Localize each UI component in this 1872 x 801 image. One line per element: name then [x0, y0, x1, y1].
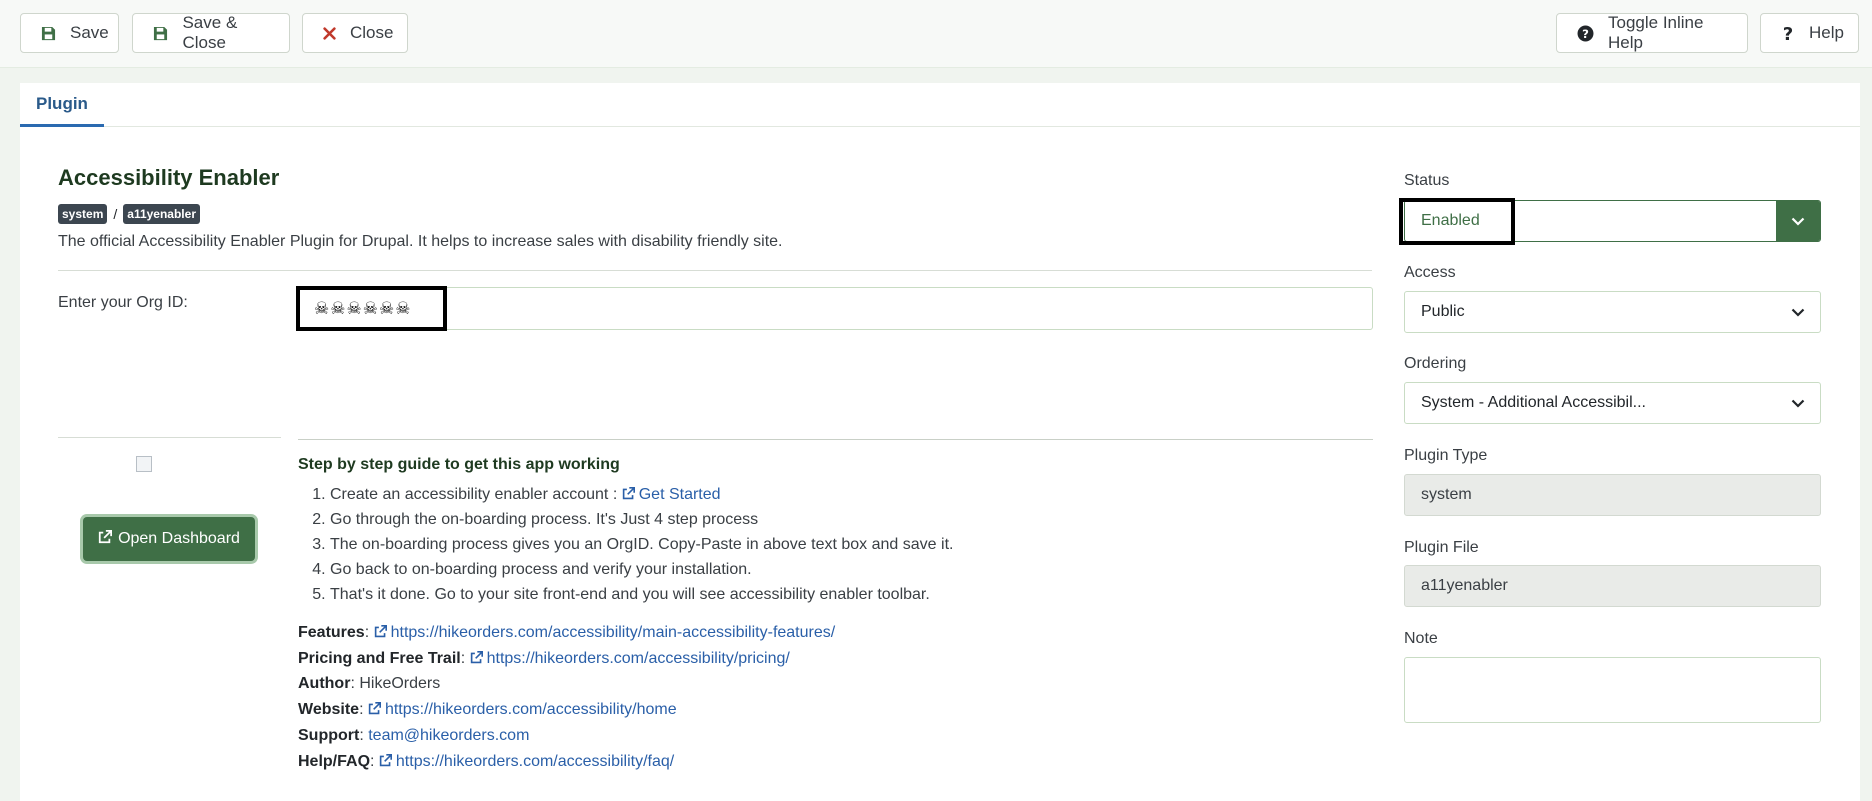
website-link[interactable]: https://hikeorders.com/accessibility/hom… — [368, 701, 677, 718]
features-link[interactable]: https://hikeorders.com/accessibility/mai… — [374, 624, 836, 641]
ordering-label: Ordering — [1404, 355, 1467, 372]
tab-bar: Plugin — [20, 83, 1860, 127]
external-link-icon — [622, 487, 635, 500]
help-button[interactable]: ? Help — [1760, 13, 1859, 53]
save-icon — [153, 24, 168, 42]
features-label: Features — [298, 624, 365, 641]
access-select[interactable]: Public — [1404, 291, 1821, 333]
question-icon: ? — [1781, 24, 1795, 42]
support-row: Support: team@hikeorders.com — [298, 726, 530, 744]
broken-image-icon — [136, 456, 152, 472]
faq-row: Help/FAQ: https://hikeorders.com/accessi… — [298, 752, 675, 770]
save-close-button[interactable]: Save & Close — [132, 13, 290, 53]
divider — [58, 270, 1372, 271]
plugin-info-links: Features: https://hikeorders.com/accessi… — [298, 620, 1368, 774]
access-label: Access — [1404, 264, 1456, 281]
breadcrumb-separator: / — [113, 206, 118, 222]
faq-label: Help/FAQ — [298, 752, 371, 770]
guide-heading: Step by step guide to get this app worki… — [298, 456, 620, 473]
divider — [298, 439, 1373, 440]
help-label: Help — [1809, 23, 1844, 42]
tab-plugin[interactable]: Plugin — [20, 83, 104, 127]
support-email-link[interactable]: team@hikeorders.com — [368, 727, 529, 744]
access-value: Public — [1421, 303, 1465, 320]
features-url: https://hikeorders.com/accessibility/mai… — [390, 624, 836, 641]
toggle-inline-help-button[interactable]: ? Toggle Inline Help — [1556, 13, 1748, 53]
guide-step: The on-boarding process gives you an Org… — [330, 532, 1368, 557]
step-text: Create an accessibility enabler account … — [330, 486, 622, 503]
external-link-icon — [379, 753, 392, 766]
get-started-text: Get Started — [638, 486, 721, 503]
status-label: Status — [1404, 172, 1450, 189]
toggle-help-label: Toggle Inline Help — [1608, 13, 1704, 52]
ordering-value: System - Additional Accessibil... — [1421, 394, 1646, 411]
svg-text:?: ? — [1783, 25, 1793, 42]
faq-link[interactable]: https://hikeorders.com/accessibility/faq… — [379, 753, 674, 770]
question-circle-icon: ? — [1577, 24, 1594, 42]
open-dashboard-button[interactable]: Open Dashboard — [83, 517, 255, 561]
ordering-select[interactable]: System - Additional Accessibil... — [1404, 382, 1821, 424]
features-row: Features: https://hikeorders.com/accessi… — [298, 624, 836, 641]
chevron-down-icon — [1776, 201, 1820, 241]
org-id-label: Enter your Org ID: — [58, 294, 188, 311]
close-label: Close — [350, 23, 394, 42]
open-dashboard-label: Open Dashboard — [118, 530, 240, 547]
status-highlight-box — [1399, 198, 1515, 245]
website-url: https://hikeorders.com/accessibility/hom… — [384, 701, 677, 719]
pricing-label: Pricing and Free Trail — [298, 649, 461, 667]
external-link-icon — [374, 625, 387, 638]
page-title: Accessibility Enabler — [58, 165, 280, 190]
close-button[interactable]: Close — [302, 13, 408, 53]
note-textarea[interactable] — [1404, 657, 1821, 723]
website-label: Website — [298, 701, 360, 719]
author-label: Author — [298, 675, 351, 693]
plugin-file-label: Plugin File — [1404, 539, 1479, 556]
toolbar: Save Save & Close Close ? Toggle Inline … — [0, 0, 1872, 68]
guide-steps: Create an accessibility enabler account … — [298, 482, 1368, 607]
plugin-type-label: Plugin Type — [1404, 447, 1488, 464]
guide-step: Go back to on-boarding process and verif… — [330, 557, 1368, 582]
guide-step: Go through the on-boarding process. It's… — [330, 507, 1368, 532]
close-icon — [323, 24, 336, 42]
author-row: Author: HikeOrders — [298, 675, 441, 693]
external-link-icon — [368, 702, 381, 715]
guide-step: Create an accessibility enabler account … — [330, 482, 1368, 507]
pricing-row: Pricing and Free Trail: https://hikeorde… — [298, 649, 790, 667]
plugin-type-field: system — [1404, 474, 1821, 516]
guide-step: That's it done. Go to your site front-en… — [330, 582, 1368, 607]
save-icon — [41, 24, 56, 42]
pricing-url: https://hikeorders.com/accessibility/pri… — [486, 649, 790, 667]
svg-text:?: ? — [1582, 26, 1589, 40]
get-started-link[interactable]: Get Started — [622, 486, 721, 503]
setup-guide: Step by step guide to get this app worki… — [298, 456, 1368, 774]
chevron-down-icon — [1776, 383, 1820, 423]
website-row: Website: https://hikeorders.com/accessib… — [298, 701, 677, 719]
save-close-label: Save & Close — [182, 13, 238, 52]
save-button[interactable]: Save — [20, 13, 119, 53]
pricing-link[interactable]: https://hikeorders.com/accessibility/pri… — [470, 650, 790, 667]
plugin-file-field: a11yenabler — [1404, 565, 1821, 607]
group-badge: system — [58, 204, 108, 224]
chevron-down-icon — [1776, 292, 1820, 332]
author-value: HikeOrders — [359, 675, 441, 693]
save-label: Save — [70, 23, 109, 42]
org-id-input[interactable] — [297, 287, 1373, 330]
external-link-icon — [470, 650, 483, 663]
divider — [58, 437, 281, 438]
note-label: Note — [1404, 630, 1438, 647]
element-badge: a11yenabler — [123, 204, 200, 224]
breadcrumb: system / a11yenabler — [58, 204, 200, 224]
plugin-description: The official Accessibility Enabler Plugi… — [58, 233, 783, 250]
support-label: Support — [298, 726, 360, 744]
external-link-icon — [98, 529, 113, 549]
faq-url: https://hikeorders.com/accessibility/faq… — [395, 752, 675, 770]
org-id-redacted-value: ☠☠☠☠☠☠ — [296, 286, 447, 331]
